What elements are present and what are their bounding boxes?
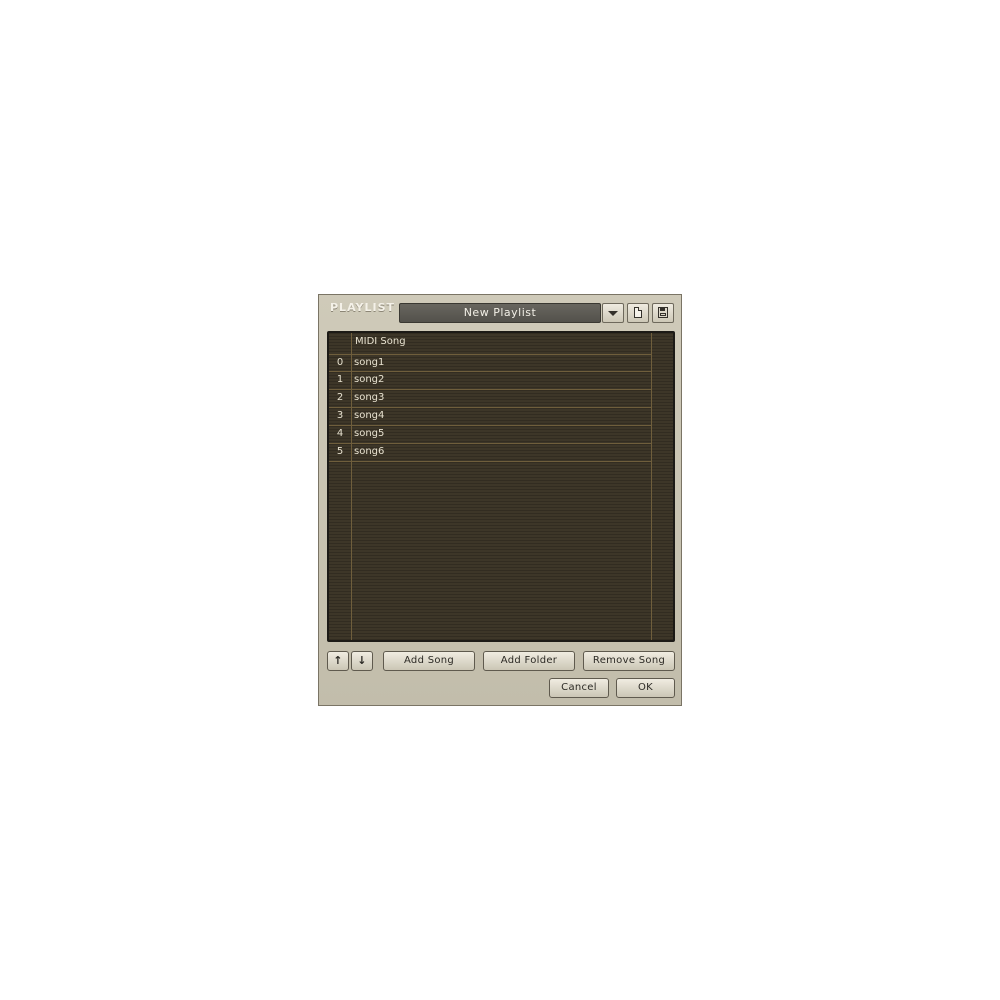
table-row[interactable]: 5 song6 bbox=[329, 444, 652, 462]
row-index: 1 bbox=[336, 374, 344, 385]
add-folder-button[interactable]: Add Folder bbox=[483, 651, 575, 671]
table-row[interactable]: 2 song3 bbox=[329, 390, 652, 408]
row-song-name: song1 bbox=[354, 357, 385, 368]
floppy-disk-icon bbox=[658, 307, 668, 318]
table-row[interactable]: 1 song2 bbox=[329, 372, 652, 390]
arrow-up-icon: ↑ bbox=[333, 654, 343, 667]
row-song-name: song2 bbox=[354, 374, 385, 385]
row-index: 2 bbox=[336, 392, 344, 403]
table-header: MIDI Song bbox=[329, 333, 673, 353]
playlist-dropdown-button[interactable] bbox=[602, 303, 624, 323]
move-down-button[interactable]: ↓ bbox=[351, 651, 373, 671]
song-list: 0 song1 1 song2 2 song3 3 song4 4 song5 … bbox=[329, 354, 652, 462]
table-row[interactable]: 0 song1 bbox=[329, 354, 652, 372]
dialog-title: PLAYLIST bbox=[330, 301, 396, 314]
row-index: 5 bbox=[336, 446, 344, 457]
row-index: 4 bbox=[336, 428, 344, 439]
ok-button[interactable]: OK bbox=[616, 678, 675, 698]
table-row[interactable]: 4 song5 bbox=[329, 426, 652, 444]
new-playlist-button[interactable] bbox=[627, 303, 649, 323]
remove-song-button[interactable]: Remove Song bbox=[583, 651, 675, 671]
new-page-icon bbox=[634, 307, 642, 318]
add-song-button[interactable]: Add Song bbox=[383, 651, 475, 671]
save-playlist-button[interactable] bbox=[652, 303, 674, 323]
arrow-down-icon: ↓ bbox=[357, 654, 367, 667]
row-song-name: song3 bbox=[354, 392, 385, 403]
row-song-name: song4 bbox=[354, 410, 385, 421]
playlist-table[interactable]: MIDI Song 0 song1 1 song2 2 song3 3 song… bbox=[327, 331, 675, 642]
playlist-dialog: PLAYLIST New Playlist MIDI Song 0 song1 … bbox=[318, 294, 682, 706]
playlist-name-field[interactable]: New Playlist bbox=[399, 303, 601, 323]
row-index: 0 bbox=[336, 357, 344, 368]
row-song-name: song5 bbox=[354, 428, 385, 439]
table-row[interactable]: 3 song4 bbox=[329, 408, 652, 426]
column-header-midi-song[interactable]: MIDI Song bbox=[355, 336, 406, 347]
move-up-button[interactable]: ↑ bbox=[327, 651, 349, 671]
cancel-button[interactable]: Cancel bbox=[549, 678, 609, 698]
row-song-name: song6 bbox=[354, 446, 385, 457]
row-index: 3 bbox=[336, 410, 344, 421]
triangle-down-icon bbox=[608, 311, 618, 316]
